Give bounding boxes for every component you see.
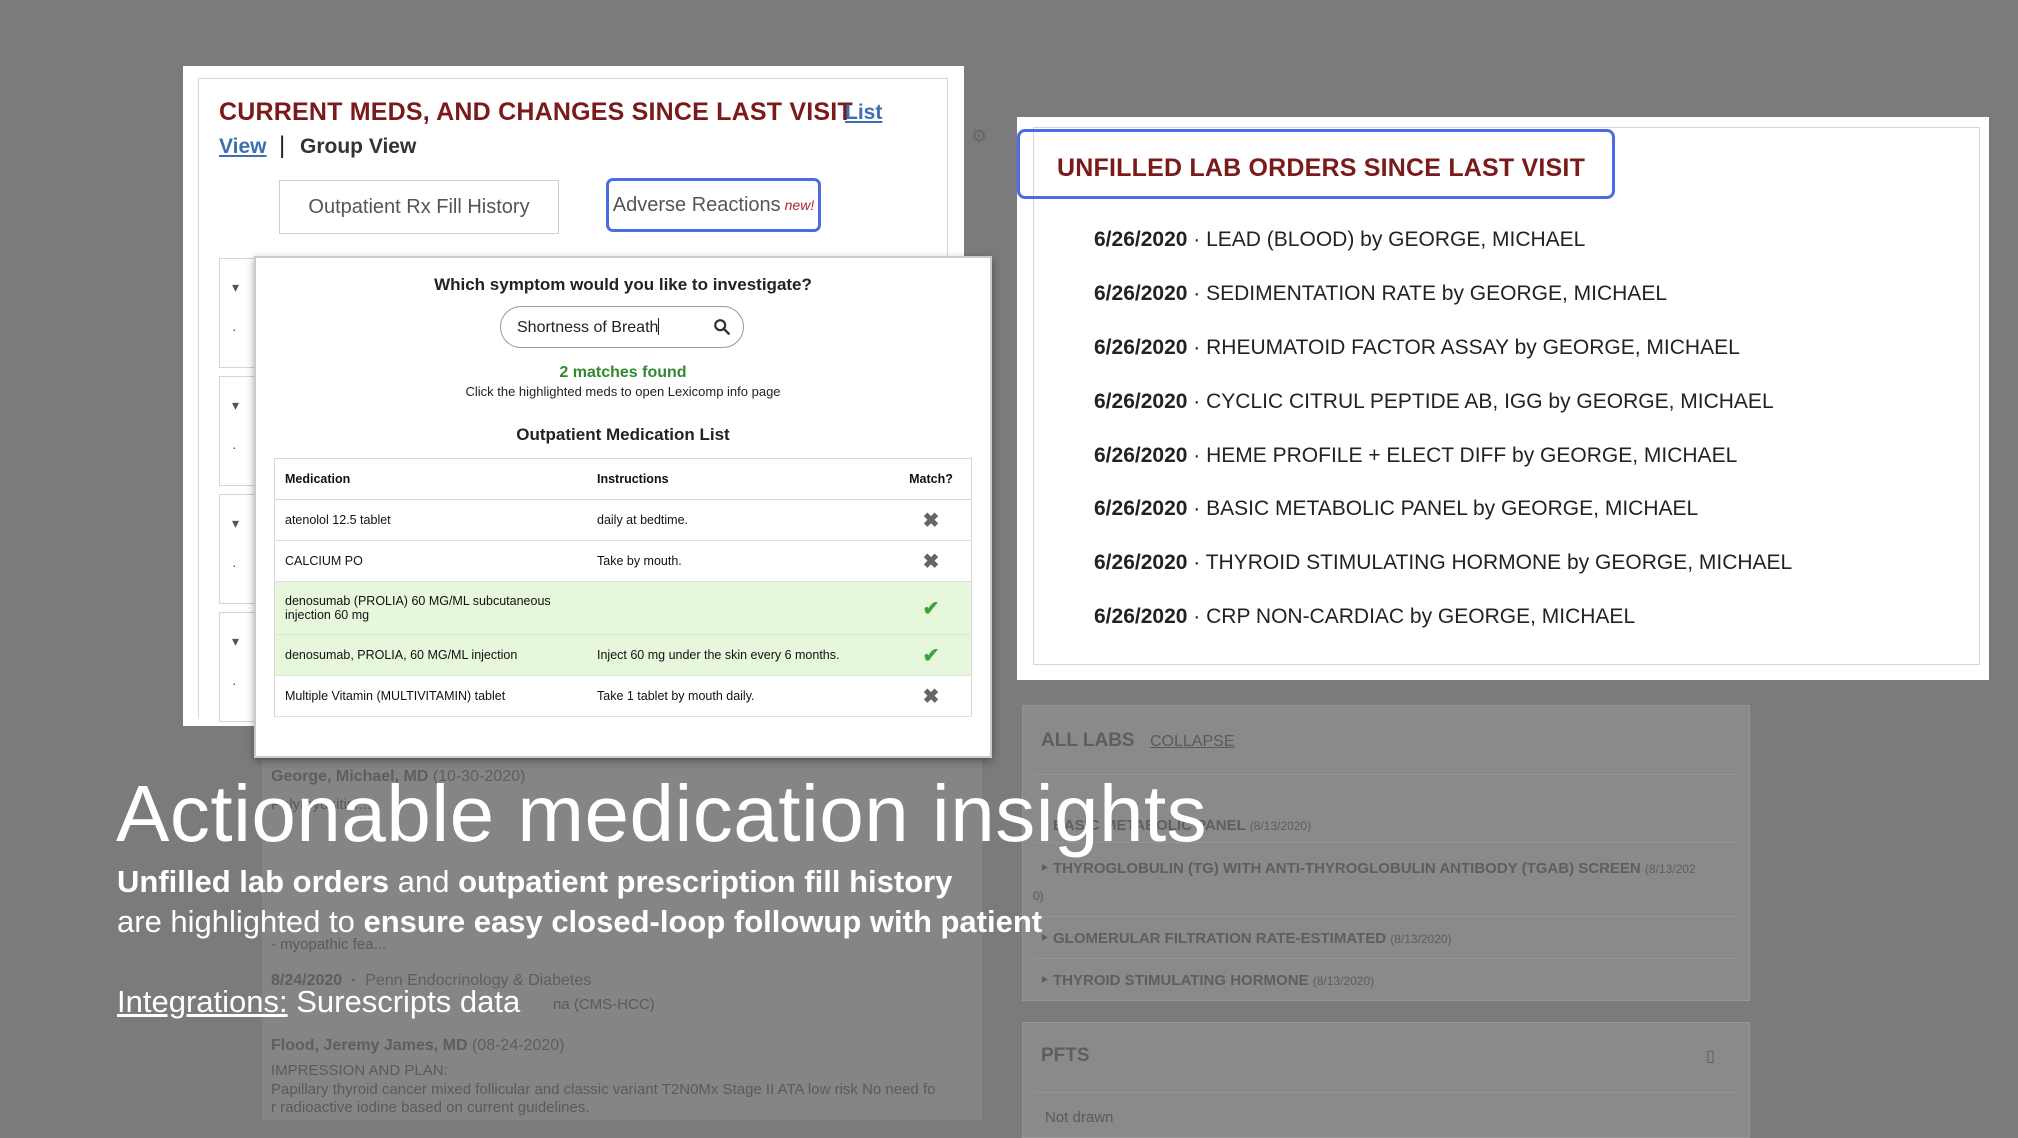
match-cell: ✖: [891, 540, 972, 582]
all-labs-title: ALL LABS: [1041, 730, 1135, 751]
adverse-reactions-button[interactable]: Adverse Reactions new!: [606, 178, 821, 232]
group-view-label[interactable]: Group View: [300, 135, 416, 159]
symptom-search-input[interactable]: Shortness of Breath: [517, 318, 659, 337]
bullet-icon: ·: [232, 439, 237, 455]
lab-order-item: 6/26/2020 · HEME PROFILE + ELECT DIFF by…: [1094, 444, 1738, 467]
note-text: r radioactive iodine based on current gu…: [271, 1099, 590, 1116]
column-header: Medication: [274, 458, 587, 500]
instructions-cell: [587, 581, 891, 635]
medication-list-title: Outpatient Medication List: [516, 425, 730, 444]
subheadline-line-2: are highlighted to ensure easy closed-lo…: [117, 904, 1043, 939]
new-badge: new!: [784, 197, 815, 213]
matched-table-row[interactable]: denosumab (PROLIA) 60 MG/ML subcutaneous…: [274, 581, 972, 635]
meds-title: CURRENT MEDS, AND CHANGES SINCE LAST VIS…: [219, 98, 853, 126]
match-cell: ✖: [891, 499, 972, 541]
medication-cell[interactable]: denosumab, PROLIA, 60 MG/ML injection: [274, 634, 587, 676]
lab-order-item: 6/26/2020 · RHEUMATOID FACTOR ASSAY by G…: [1094, 336, 1740, 359]
lab-row-wrap: 0): [1033, 889, 1044, 903]
medication-cell[interactable]: denosumab (PROLIA) 60 MG/ML subcutaneous…: [274, 581, 587, 635]
pfts-title: PFTS: [1041, 1045, 1090, 1066]
bullet-icon: ·: [232, 557, 237, 573]
table-header-row: Medication Instructions Match?: [274, 458, 972, 500]
list-view-link[interactable]: List: [845, 101, 882, 125]
lab-order-item: 6/26/2020 · CYCLIC CITRUL PEPTIDE AB, IG…: [1094, 390, 1774, 413]
search-icon[interactable]: [713, 318, 731, 336]
lab-order-item: 6/26/2020 · THYROID STIMULATING HORMONE …: [1094, 551, 1793, 574]
chevron-down-icon: ▾: [232, 515, 240, 531]
gear-icon[interactable]: ⚙: [971, 126, 987, 147]
divider: [1034, 916, 1736, 917]
note-text: Papillary thyroid cancer mixed follicula…: [271, 1081, 936, 1098]
divider: [1034, 1092, 1736, 1093]
lab-row[interactable]: ‣ THYROID STIMULATING HORMONE (8/13/2020…: [1040, 971, 1374, 989]
table-row: CALCIUM PO Take by mouth. ✖: [274, 540, 972, 582]
lab-order-item: 6/26/2020 · LEAD (BLOOD) by GEORGE, MICH…: [1094, 228, 1586, 251]
x-icon: ✖: [922, 550, 940, 573]
column-header: Match?: [891, 458, 972, 500]
matches-count: 2 matches found: [559, 364, 687, 381]
collapse-link[interactable]: COLLAPSE: [1150, 733, 1234, 751]
checkmark-icon: ✔: [922, 597, 940, 620]
list-view-link-continued[interactable]: View: [219, 135, 266, 159]
matches-hint: Click the highlighted meds to open Lexic…: [465, 384, 781, 399]
rx-fill-history-label: Outpatient Rx Fill History: [308, 195, 530, 218]
headline: Actionable medication insights: [116, 769, 1208, 858]
x-icon: ✖: [922, 509, 940, 532]
pfts-panel: [1022, 1022, 1750, 1138]
pfts-body: Not drawn: [1045, 1109, 1114, 1126]
lab-order-item: 6/26/2020 · BASIC METABOLIC PANEL by GEO…: [1094, 497, 1699, 520]
bullet-icon: ·: [232, 675, 237, 691]
medication-cell: CALCIUM PO: [274, 540, 587, 582]
clipboard-icon[interactable]: ▯: [1706, 1046, 1715, 1066]
lab-order-item: 6/26/2020 · SEDIMENTATION RATE by GEORGE…: [1094, 282, 1668, 305]
instructions-cell: Inject 60 mg under the skin every 6 mont…: [587, 634, 891, 676]
lab-row[interactable]: ‣ GLOMERULAR FILTRATION RATE-ESTIMATED (…: [1040, 929, 1452, 947]
checkmark-icon: ✔: [922, 644, 940, 667]
note-text: na (CMS-HCC): [553, 996, 655, 1013]
match-cell: ✔: [891, 581, 972, 635]
note-text: IMPRESSION AND PLAN:: [271, 1062, 448, 1079]
lab-row[interactable]: ‣ THYROGLOBULIN (TG) WITH ANTI-THYROGLOB…: [1040, 859, 1696, 877]
adverse-reactions-label: Adverse Reactions: [612, 193, 781, 216]
divider: [1034, 958, 1736, 959]
symptom-question: Which symptom would you like to investig…: [434, 275, 812, 294]
note-author: Flood, Jeremy James, MD (08-24-2020): [271, 1037, 565, 1054]
match-cell: ✖: [891, 675, 972, 717]
lab-orders-title: UNFILLED LAB ORDERS SINCE LAST VISIT: [1057, 154, 1586, 182]
lab-order-item: 6/26/2020 · CRP NON-CARDIAC by GEORGE, M…: [1094, 605, 1636, 628]
symptom-investigation-popup: Which symptom would you like to investig…: [254, 256, 992, 758]
subheadline-line-1: Unfilled lab orders and outpatient presc…: [117, 864, 953, 899]
chevron-down-icon: ▾: [232, 279, 240, 295]
medication-cell: Multiple Vitamin (MULTIVITAMIN) tablet: [274, 675, 587, 717]
symptom-search-field[interactable]: Shortness of Breath: [500, 306, 744, 348]
instructions-cell: daily at bedtime.: [587, 499, 891, 541]
instructions-cell: Take by mouth.: [587, 540, 891, 582]
chevron-down-icon: ▾: [232, 397, 240, 413]
integrations-line: Integrations: Surescripts data: [117, 984, 521, 1019]
x-icon: ✖: [922, 685, 940, 708]
bullet-icon: ·: [232, 321, 237, 337]
chevron-down-icon: ▾: [232, 633, 240, 649]
medication-cell: atenolol 12.5 tablet: [274, 499, 587, 541]
table-row: atenolol 12.5 tablet daily at bedtime. ✖: [274, 499, 972, 541]
medication-table: Medication Instructions Match? atenolol …: [274, 458, 972, 717]
view-separator: |: [279, 132, 286, 159]
matched-table-row[interactable]: denosumab, PROLIA, 60 MG/ML injection In…: [274, 634, 972, 676]
column-header: Instructions: [587, 458, 891, 500]
rx-fill-history-button[interactable]: Outpatient Rx Fill History: [279, 180, 559, 234]
instructions-cell: Take 1 tablet by mouth daily.: [587, 675, 891, 717]
match-cell: ✔: [891, 634, 972, 676]
table-row: Multiple Vitamin (MULTIVITAMIN) tablet T…: [274, 675, 972, 717]
